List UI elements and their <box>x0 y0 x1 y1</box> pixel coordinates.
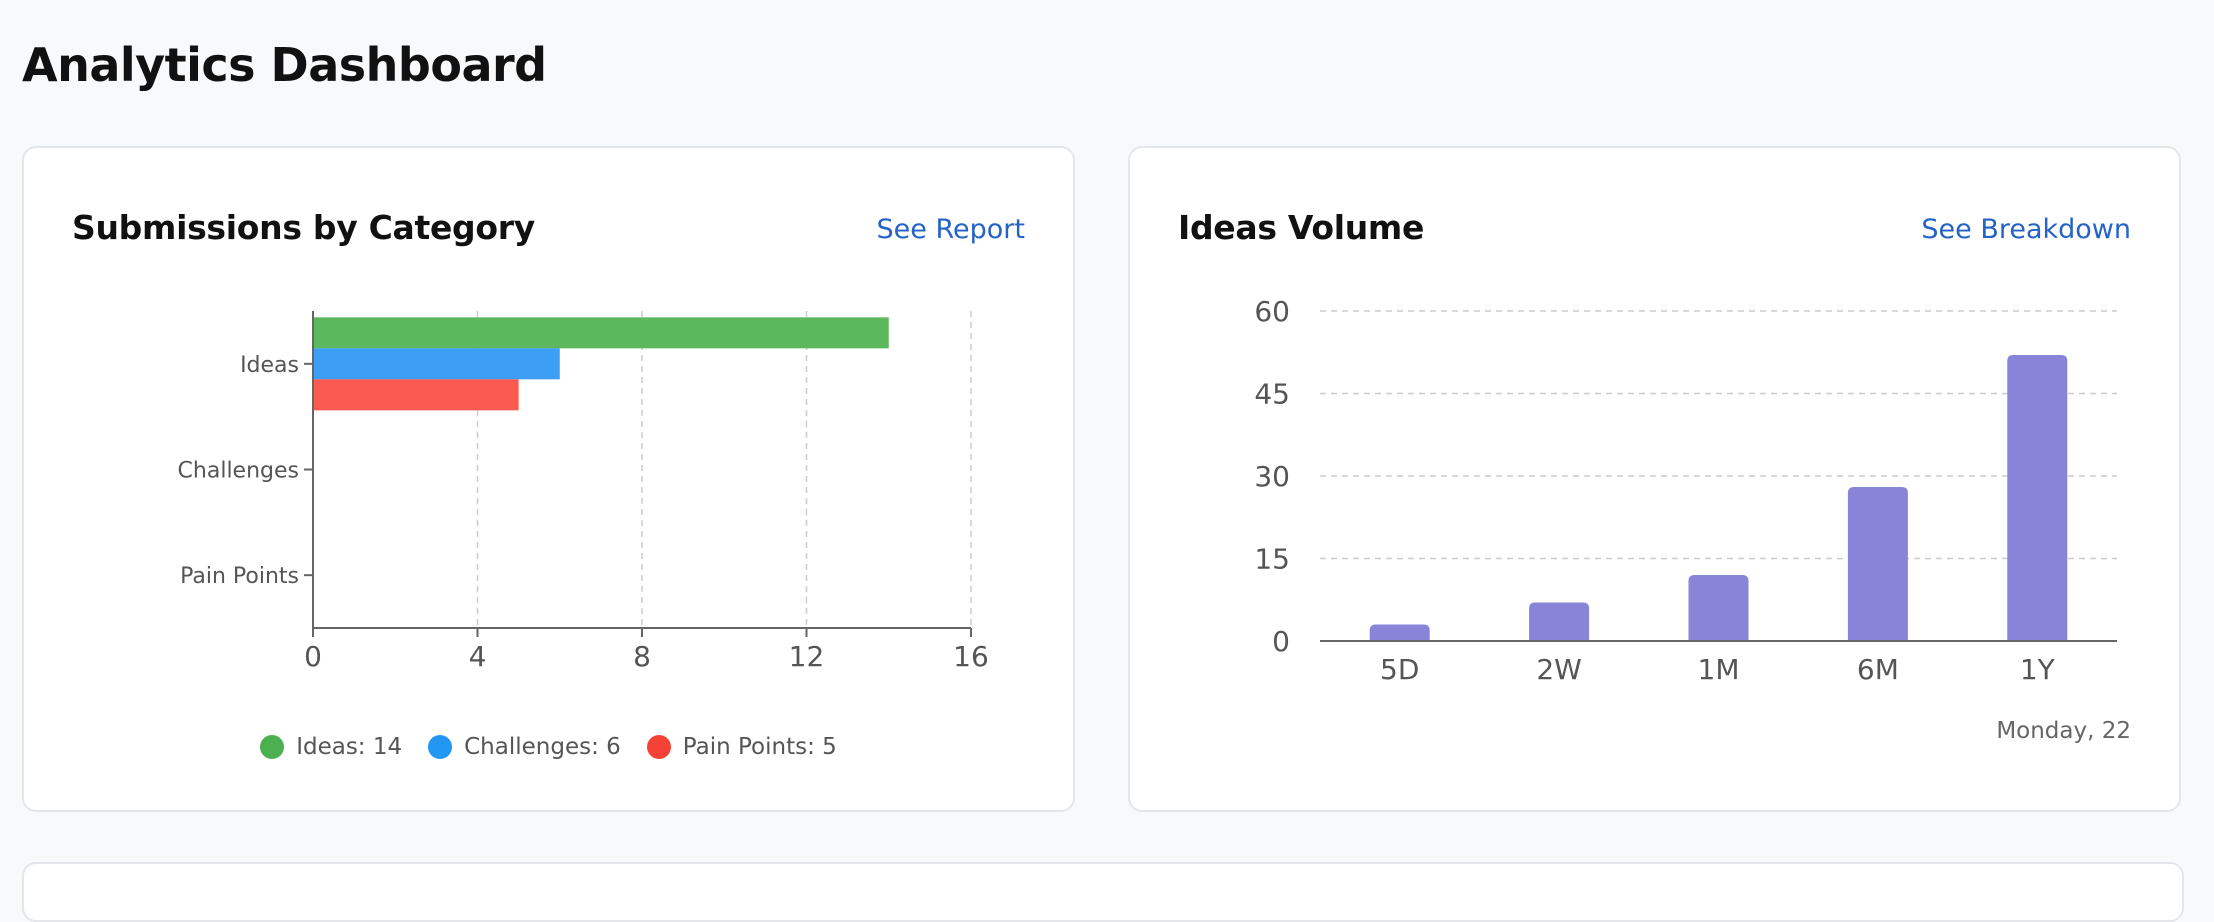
y-tick-label-60: 60 <box>1254 295 1290 328</box>
legend-label-ideas: Ideas: 14 <box>296 734 403 760</box>
x-tick-label-1y: 1Y <box>2020 653 2056 686</box>
x-tick-label-0: 0 <box>304 640 322 673</box>
bar-1y <box>2007 355 2068 641</box>
x-tick-label-8: 8 <box>633 640 651 673</box>
x-tick-label-2w: 2W <box>1536 653 1582 686</box>
bar-5d <box>1369 624 1430 641</box>
bar-challenges <box>313 348 560 380</box>
legend-item-pain-points[interactable]: Pain Points: 5 <box>646 734 837 760</box>
legend-item-challenges[interactable]: Challenges: 6 <box>428 734 621 760</box>
submissions-legend: Ideas: 14 Challenges: 6 Pain Points: 5 <box>24 734 1073 760</box>
x-tick-label-1m: 1M <box>1698 653 1740 686</box>
ideas-volume-chart: 0 15 30 45 60 5D 2W 1M 6M 1Y <box>1254 295 2117 686</box>
y-tick-label-challenges: Challenges <box>178 459 299 484</box>
x-tick-label-6m: 6M <box>1857 653 1899 686</box>
bar-ideas <box>313 317 889 349</box>
legend-swatch-challenges <box>428 735 453 759</box>
bar-2w <box>1529 602 1590 641</box>
x-tick-label-5d: 5D <box>1380 653 1419 686</box>
y-tick-label-0: 0 <box>1272 625 1290 658</box>
y-tick-label-30: 30 <box>1254 460 1290 493</box>
bar-1m <box>1688 575 1749 641</box>
y-tick-label-45: 45 <box>1254 378 1290 411</box>
legend-item-ideas[interactable]: Ideas: 14 <box>260 734 402 760</box>
x-tick-label-16: 16 <box>953 640 989 673</box>
y-tick-label-ideas: Ideas <box>240 353 299 378</box>
y-tick-label-pain-points: Pain Points <box>180 564 299 589</box>
submissions-card: Submissions by Category See Report Ideas… <box>22 146 1075 812</box>
legend-swatch-pain-points <box>646 735 671 759</box>
bottom-card <box>22 862 2184 922</box>
ideas-volume-card: Ideas Volume See Breakdown 0 15 30 45 60 5D 2W… <box>1128 146 2181 812</box>
bar-pain-points <box>313 379 519 411</box>
legend-swatch-ideas <box>260 735 285 759</box>
legend-label-challenges: Challenges: 6 <box>464 734 621 760</box>
submissions-chart: Ideas Challenges Pain Points 0 4 8 12 16 <box>178 311 989 673</box>
page-title: Analytics Dashboard <box>22 38 547 92</box>
bar-6m <box>1847 487 1908 641</box>
legend-label-pain-points: Pain Points: 5 <box>682 734 837 760</box>
x-tick-label-4: 4 <box>469 640 487 673</box>
x-tick-label-12: 12 <box>789 640 825 673</box>
date-label: Monday, 22 <box>1996 718 2131 744</box>
y-tick-label-15: 15 <box>1254 543 1290 576</box>
